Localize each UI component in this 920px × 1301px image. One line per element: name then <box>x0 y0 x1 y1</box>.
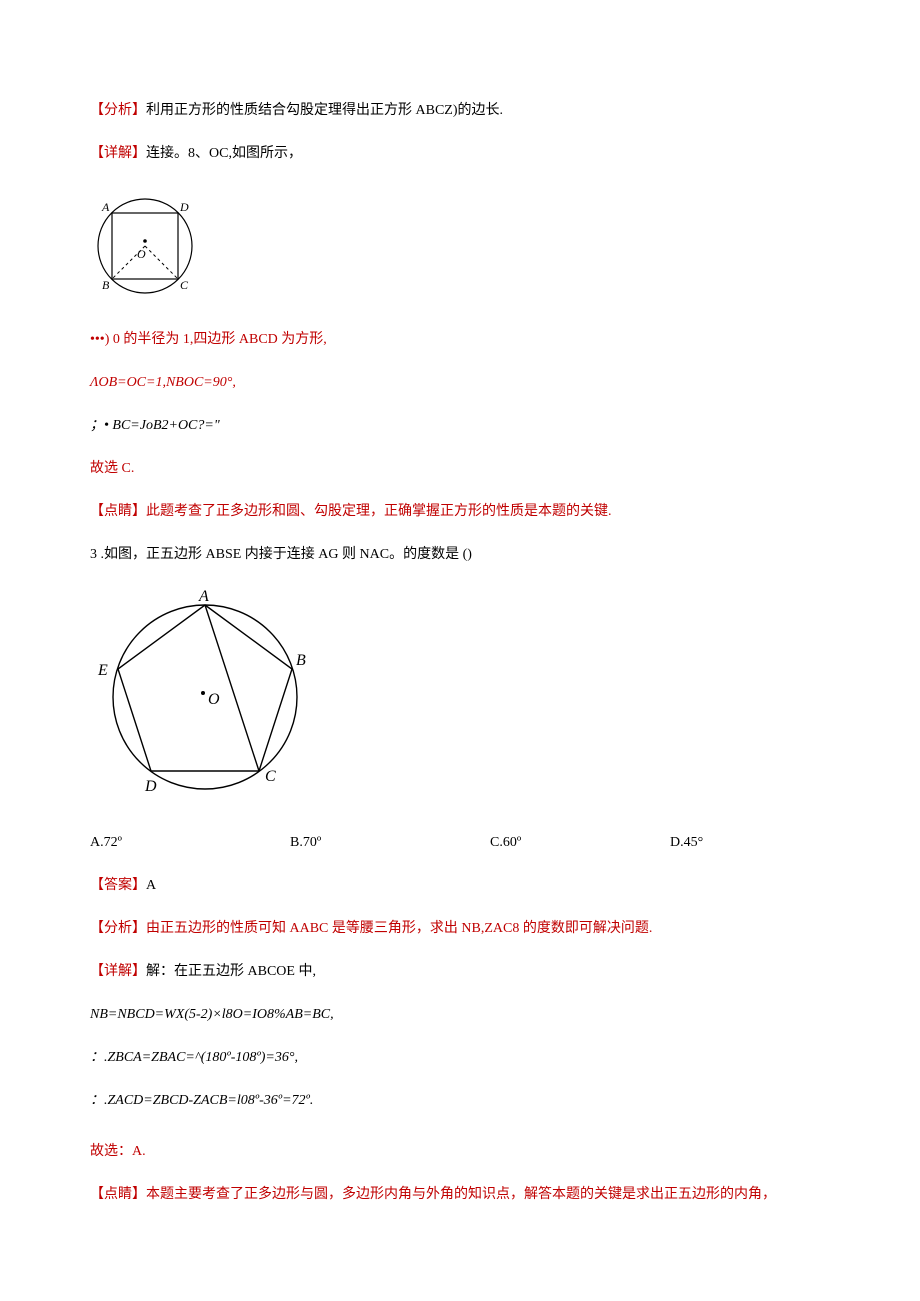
q3-s1: NB=NBCD=WX(5-2)×l8O=IO8%AB=BC, <box>90 1004 830 1025</box>
q3-choose: 故选：A. <box>90 1141 830 1162</box>
q3-options: A.72º B.70º C.60º D.45° <box>90 832 830 853</box>
option-b: B.70º <box>290 832 490 853</box>
p1-step-a: •••) 0 的半径为 1,四边形 ABCD 为方形, <box>90 329 830 350</box>
square-circle-svg: A D B C O <box>90 186 200 304</box>
p1-detail: 【详解】连接。8、OC,如图所示， <box>90 143 830 164</box>
p1-note: 【点睛】此题考查了正多边形和圆、勾股定理，正确掌握正方形的性质是本题的关键. <box>90 501 830 522</box>
q3-num: 3 <box>90 547 97 562</box>
answer-tag: 【答案】 <box>90 878 146 893</box>
svg-text:A: A <box>198 588 209 605</box>
analysis-text: 利用正方形的性质结合勾股定理得出正方形 ABCZ)的边长. <box>146 103 503 118</box>
detail-text-2: 解：在正五边形 ABCOE 中, <box>146 964 316 979</box>
p1-step-c: ；• BC=JoB2+OC?=" <box>90 415 830 436</box>
svg-text:A: A <box>101 200 110 214</box>
svg-text:D: D <box>179 200 189 214</box>
detail-tag-2: 【详解】 <box>90 964 146 979</box>
analysis-text-2: 由正五边形的性质可知 AABC 是等腰三角形，求出 NB,ZAC8 的度数即可解… <box>146 921 652 936</box>
figure-pentagon-in-circle: A B C D E O <box>90 587 830 807</box>
detail-tag: 【详解】 <box>90 146 146 161</box>
q3-detail: 【详解】解：在正五边形 ABCOE 中, <box>90 961 830 982</box>
option-c: C.60º <box>490 832 670 853</box>
svg-text:C: C <box>180 278 189 292</box>
p1-analysis: 【分析】利用正方形的性质结合勾股定理得出正方形 ABCZ)的边长. <box>90 100 830 121</box>
note-tag-2: 【点睛】 <box>90 1187 146 1202</box>
note-text: 此题考查了正多边形和圆、勾股定理，正确掌握正方形的性质是本题的关键. <box>146 504 612 519</box>
q3-text: .如图，正五边形 ABSE 内接于连接 AG 则 NAC。的度数是 () <box>97 547 472 562</box>
analysis-tag-2: 【分析】 <box>90 921 146 936</box>
svg-text:O: O <box>137 247 146 261</box>
svg-text:D: D <box>144 778 157 795</box>
answer-text: A <box>146 878 156 893</box>
q3-note: 【点睛】本题主要考查了正多边形与圆，多边形内角与外角的知识点，解答本题的关键是求… <box>90 1184 830 1205</box>
svg-text:C: C <box>265 768 276 785</box>
analysis-tag: 【分析】 <box>90 103 146 118</box>
detail-text: 连接。8、OC,如图所示， <box>146 146 302 161</box>
option-d: D.45° <box>670 832 830 853</box>
q3-stem: 3 .如图，正五边形 ABSE 内接于连接 AG 则 NAC。的度数是 () <box>90 544 830 565</box>
svg-text:B: B <box>296 652 306 669</box>
note-tag: 【点睛】 <box>90 504 146 519</box>
p1-choose: 故选 C. <box>90 458 830 479</box>
q3-analysis: 【分析】由正五边形的性质可知 AABC 是等腰三角形，求出 NB,ZAC8 的度… <box>90 918 830 939</box>
q3-answer: 【答案】A <box>90 875 830 896</box>
option-a: A.72º <box>90 832 290 853</box>
q3-s2: ：.ZBCA=ZBAC=^(180º-108º)=36°, <box>90 1047 830 1068</box>
svg-text:O: O <box>208 691 220 708</box>
p1-step-b: ΛOB=OC=1,NBOC=90°, <box>90 372 830 393</box>
svg-text:B: B <box>102 278 110 292</box>
note-text-2: 本题主要考查了正多边形与圆，多边形内角与外角的知识点，解答本题的关键是求出正五边… <box>146 1187 776 1202</box>
svg-text:E: E <box>97 662 108 679</box>
q3-s3: ：.ZACD=ZBCD-ZACB=l08º-36º=72º. <box>90 1090 830 1111</box>
figure-square-in-circle: A D B C O <box>90 186 830 304</box>
pentagon-circle-svg: A B C D E O <box>90 587 320 807</box>
